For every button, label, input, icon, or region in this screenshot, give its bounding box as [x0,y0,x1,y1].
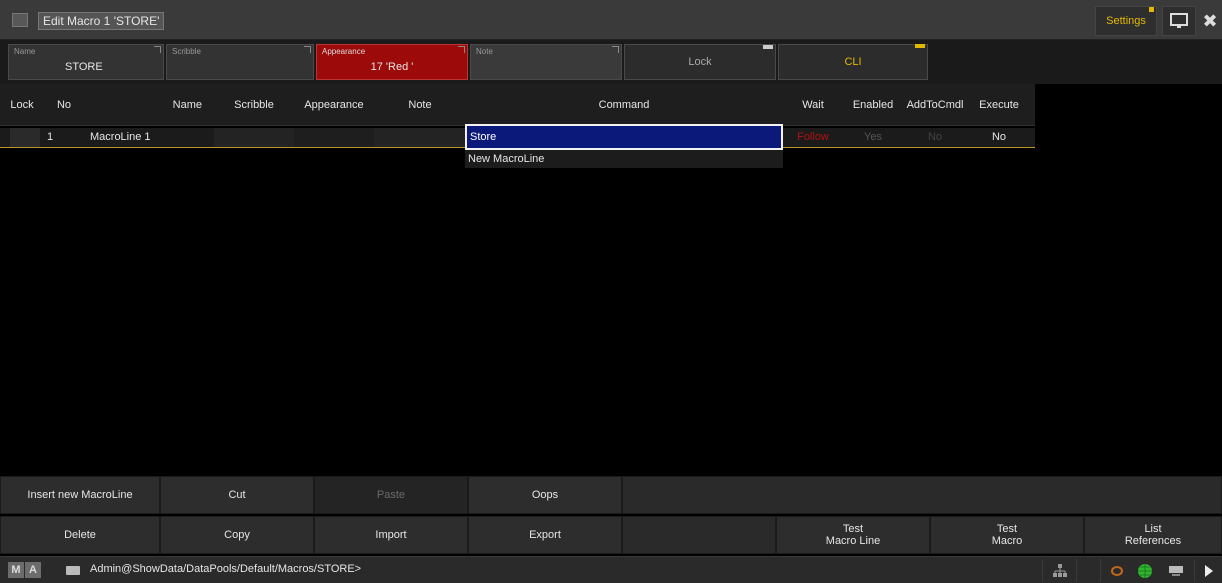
lock-button[interactable]: Lock [624,44,776,80]
cell-wait[interactable]: Follow [782,128,844,147]
delete-button[interactable]: Delete [0,516,160,554]
cli-button-label: CLI [844,56,862,68]
test-macro-line-label-1: Test [842,523,864,535]
cell-scribble[interactable] [214,128,294,147]
test-macro-label-2: Macro [991,535,1023,547]
status-slot [1076,559,1100,582]
edit-corner-icon [304,46,311,53]
globe-icon [1138,563,1152,578]
cell-appearance[interactable] [294,128,374,147]
appearance-field-label: Appearance [322,47,366,56]
online-status[interactable] [1132,559,1158,582]
note-field[interactable]: Note [470,44,622,80]
close-button[interactable]: ✖ [1198,6,1222,36]
lock-button-label: Lock [688,56,712,68]
test-macro-line-button[interactable]: Test Macro Line [776,516,930,554]
window-title: Edit Macro 1 'STORE' [38,12,165,30]
col-scribble[interactable]: Scribble [214,84,294,126]
property-strip: Name STORE Scribble Appearance 17 'Red '… [0,40,1222,84]
network-button[interactable] [1042,559,1076,582]
session-icon [1110,565,1123,576]
cell-name[interactable]: MacroLine 1 [90,128,214,147]
insert-macroline-button[interactable]: Insert new MacroLine [0,476,160,514]
edit-corner-icon [458,46,465,53]
col-command[interactable]: Command [466,84,782,126]
appearance-field-value: 17 'Red ' [370,61,414,73]
empty-button-area [622,476,1222,514]
list-references-label-1: List [1144,523,1162,535]
monitor-icon [1170,13,1188,28]
empty-button [622,516,776,554]
settings-button[interactable]: Settings [1095,6,1157,36]
scribble-field-label: Scribble [172,47,201,56]
col-note[interactable]: Note [374,84,466,126]
edit-corner-icon [612,46,619,53]
settings-label: Settings [1106,15,1146,27]
cell-note[interactable] [374,128,466,147]
title-bar: Edit Macro 1 'STORE' Settings ✖ [0,0,1222,40]
col-no[interactable]: No [44,84,84,126]
list-references-label-2: References [1124,535,1182,547]
close-icon: ✖ [1202,10,1218,31]
name-field-value: STORE [65,61,103,73]
new-macroline-row[interactable]: New MacroLine [465,150,783,168]
test-macro-line-label-2: Macro Line [825,535,881,547]
col-name[interactable]: Name [84,84,214,126]
cell-addtocmdl[interactable]: No [902,128,968,147]
onpc-status[interactable] [1158,559,1194,582]
command-line[interactable]: Admin@ShowData/DataPools/Default/Macros/… [90,563,361,575]
cell-no[interactable]: 1 [44,128,84,147]
status-bar: M A Admin@ShowData/DataPools/Default/Mac… [0,556,1222,583]
test-macro-label-1: Test [996,523,1018,535]
settings-indicator [1149,7,1154,12]
command-input[interactable]: Store [465,124,783,150]
session-status[interactable] [1100,559,1132,582]
col-lock[interactable]: Lock [0,84,44,126]
col-enabled[interactable]: Enabled [844,84,902,126]
name-field-label: Name [14,47,36,56]
col-appearance[interactable]: Appearance [294,84,374,126]
import-button[interactable]: Import [314,516,468,554]
col-wait[interactable]: Wait [782,84,844,126]
display-button[interactable] [1162,6,1196,36]
ma-logo[interactable]: M A [8,562,41,578]
network-tree-icon [1052,563,1067,577]
keyboard-icon[interactable] [66,566,80,575]
keyboard-icon [1169,565,1183,576]
cell-execute[interactable]: No [968,128,1030,147]
name-field[interactable]: Name STORE [8,44,164,80]
list-references-button[interactable]: List References [1084,516,1222,554]
col-addtocmdl[interactable]: AddToCmdl [902,84,968,126]
appearance-field[interactable]: Appearance 17 'Red ' [316,44,468,80]
cli-button[interactable]: CLI [778,44,928,80]
logo-m: M [8,562,24,578]
play-arrow-icon [1204,564,1213,577]
logo-a: A [25,562,41,578]
test-macro-button[interactable]: Test Macro [930,516,1084,554]
table-header: Lock No Name Scribble Appearance Note Co… [0,84,1035,126]
edit-corner-icon [154,46,161,53]
note-field-label: Note [476,47,493,56]
export-button[interactable]: Export [468,516,622,554]
cell-enabled[interactable]: Yes [844,128,902,147]
col-execute[interactable]: Execute [968,84,1030,126]
copy-button[interactable]: Copy [160,516,314,554]
oops-button[interactable]: Oops [468,476,622,514]
lock-indicator [763,45,773,49]
cut-button[interactable]: Cut [160,476,314,514]
cell-lock[interactable] [10,128,40,147]
window-menu-icon[interactable] [12,13,28,27]
cli-indicator [915,44,925,48]
paste-button[interactable]: Paste [314,476,468,514]
expand-button[interactable] [1194,559,1222,582]
scribble-field[interactable]: Scribble [166,44,314,80]
